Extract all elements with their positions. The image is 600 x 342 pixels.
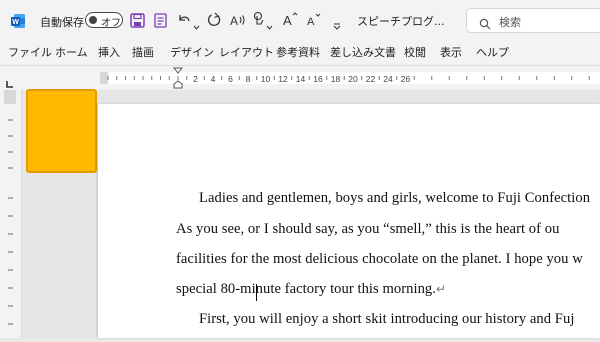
document-page[interactable]: Ladies and gentlemen, boys and girls, we… [98, 104, 600, 338]
save-icon[interactable] [130, 13, 145, 28]
undo-icon[interactable] [176, 12, 192, 28]
text-line[interactable]: As you see, or I should say, as you “sme… [176, 221, 559, 238]
document-view-icon[interactable] [153, 13, 168, 28]
text-cursor [256, 284, 257, 301]
tab-mailings[interactable]: 差し込み文書 [330, 40, 396, 66]
ruler-tick-label: 4 [211, 74, 216, 84]
tab-file[interactable]: ファイル [8, 40, 52, 66]
search-icon [479, 15, 491, 30]
tab-help[interactable]: ヘルプ [476, 40, 509, 66]
search-box[interactable]: 検索 [466, 8, 600, 33]
ruler-tick-label: 6 [228, 74, 233, 84]
autosave-toggle-label: オフ [101, 18, 121, 29]
tab-insert[interactable]: 挿入 [98, 40, 120, 66]
ruler-tick-label: 18 [331, 74, 341, 84]
svg-text:A: A [307, 16, 315, 28]
ruler-tick-label: 2 [193, 74, 198, 84]
tab-home[interactable]: ホーム [55, 40, 88, 66]
ruler-tick-label: 14 [296, 74, 306, 84]
ruler-tick-label: 24 [383, 74, 393, 84]
ruler-tick-label: 26 [401, 74, 411, 84]
svg-text:A: A [283, 13, 292, 27]
tab-references[interactable]: 参考資料 [276, 40, 320, 66]
autosave-toggle[interactable]: オフ [85, 12, 123, 29]
svg-text:W: W [12, 19, 19, 26]
svg-text:A: A [230, 14, 238, 28]
shrink-font-icon[interactable]: A [306, 12, 322, 28]
tab-design[interactable]: デザイン [170, 40, 214, 66]
text-line[interactable]: facilities for the most delicious chocol… [176, 251, 583, 268]
customize-toolbar-chevron-icon[interactable] [333, 16, 341, 30]
tab-draw[interactable]: 描画 [132, 40, 154, 66]
yellow-rectangle-shape[interactable] [26, 89, 97, 173]
ruler-tick-label: 10 [261, 74, 271, 84]
document-title[interactable]: スピーチプログ... [357, 13, 445, 29]
grow-font-icon[interactable]: A [282, 11, 298, 28]
autosave-label: 自動保存 [40, 16, 84, 29]
ruler-tick-label: 20 [348, 74, 358, 84]
tab-layout[interactable]: レイアウト [219, 40, 274, 66]
tab-selector-icon[interactable] [6, 73, 14, 88]
ruler-left-margin [100, 72, 108, 84]
horizontal-ruler[interactable]: 2 4 6 8 10 12 14 16 18 20 22 24 26 [100, 66, 600, 90]
toggle-knob [89, 16, 97, 24]
search-placeholder: 検索 [499, 16, 521, 29]
ruler-tick-label: 22 [366, 74, 376, 84]
word-app-icon[interactable]: W [10, 13, 26, 29]
touch-mode-chevron-icon[interactable] [266, 16, 273, 30]
text-line-content: special 80-minute factory tour this morn… [176, 281, 436, 297]
redo-icon[interactable] [206, 12, 222, 28]
ruler-tick-label: 16 [313, 74, 323, 84]
touch-draw-mode-icon[interactable] [252, 11, 266, 28]
undo-dropdown-chevron-icon[interactable] [193, 16, 200, 30]
text-line[interactable]: Ladies and gentlemen, boys and girls, we… [199, 190, 590, 207]
title-bar: W 自動保存 オフ A A A スピーチプログ... 検索 [0, 0, 600, 40]
read-aloud-icon[interactable]: A [229, 12, 247, 28]
vertical-ruler[interactable] [0, 90, 22, 338]
tab-review[interactable]: 校閲 [404, 40, 426, 66]
paragraph-mark: ↵ [435, 282, 447, 296]
horizontal-ruler-row: 2 4 6 8 10 12 14 16 18 20 22 24 26 [0, 66, 600, 90]
tab-view[interactable]: 表示 [440, 40, 462, 66]
ruler-tick-label: 12 [278, 74, 288, 84]
text-line[interactable]: First, you will enjoy a short skit intro… [199, 311, 574, 328]
text-line[interactable]: special 80-minute factory tour this morn… [176, 281, 446, 298]
ribbon-tabs: ファイル ホーム 挿入 描画 デザイン レイアウト 参考資料 差し込み文書 校閲… [0, 40, 600, 66]
ruler-tick-label: 8 [246, 74, 251, 84]
